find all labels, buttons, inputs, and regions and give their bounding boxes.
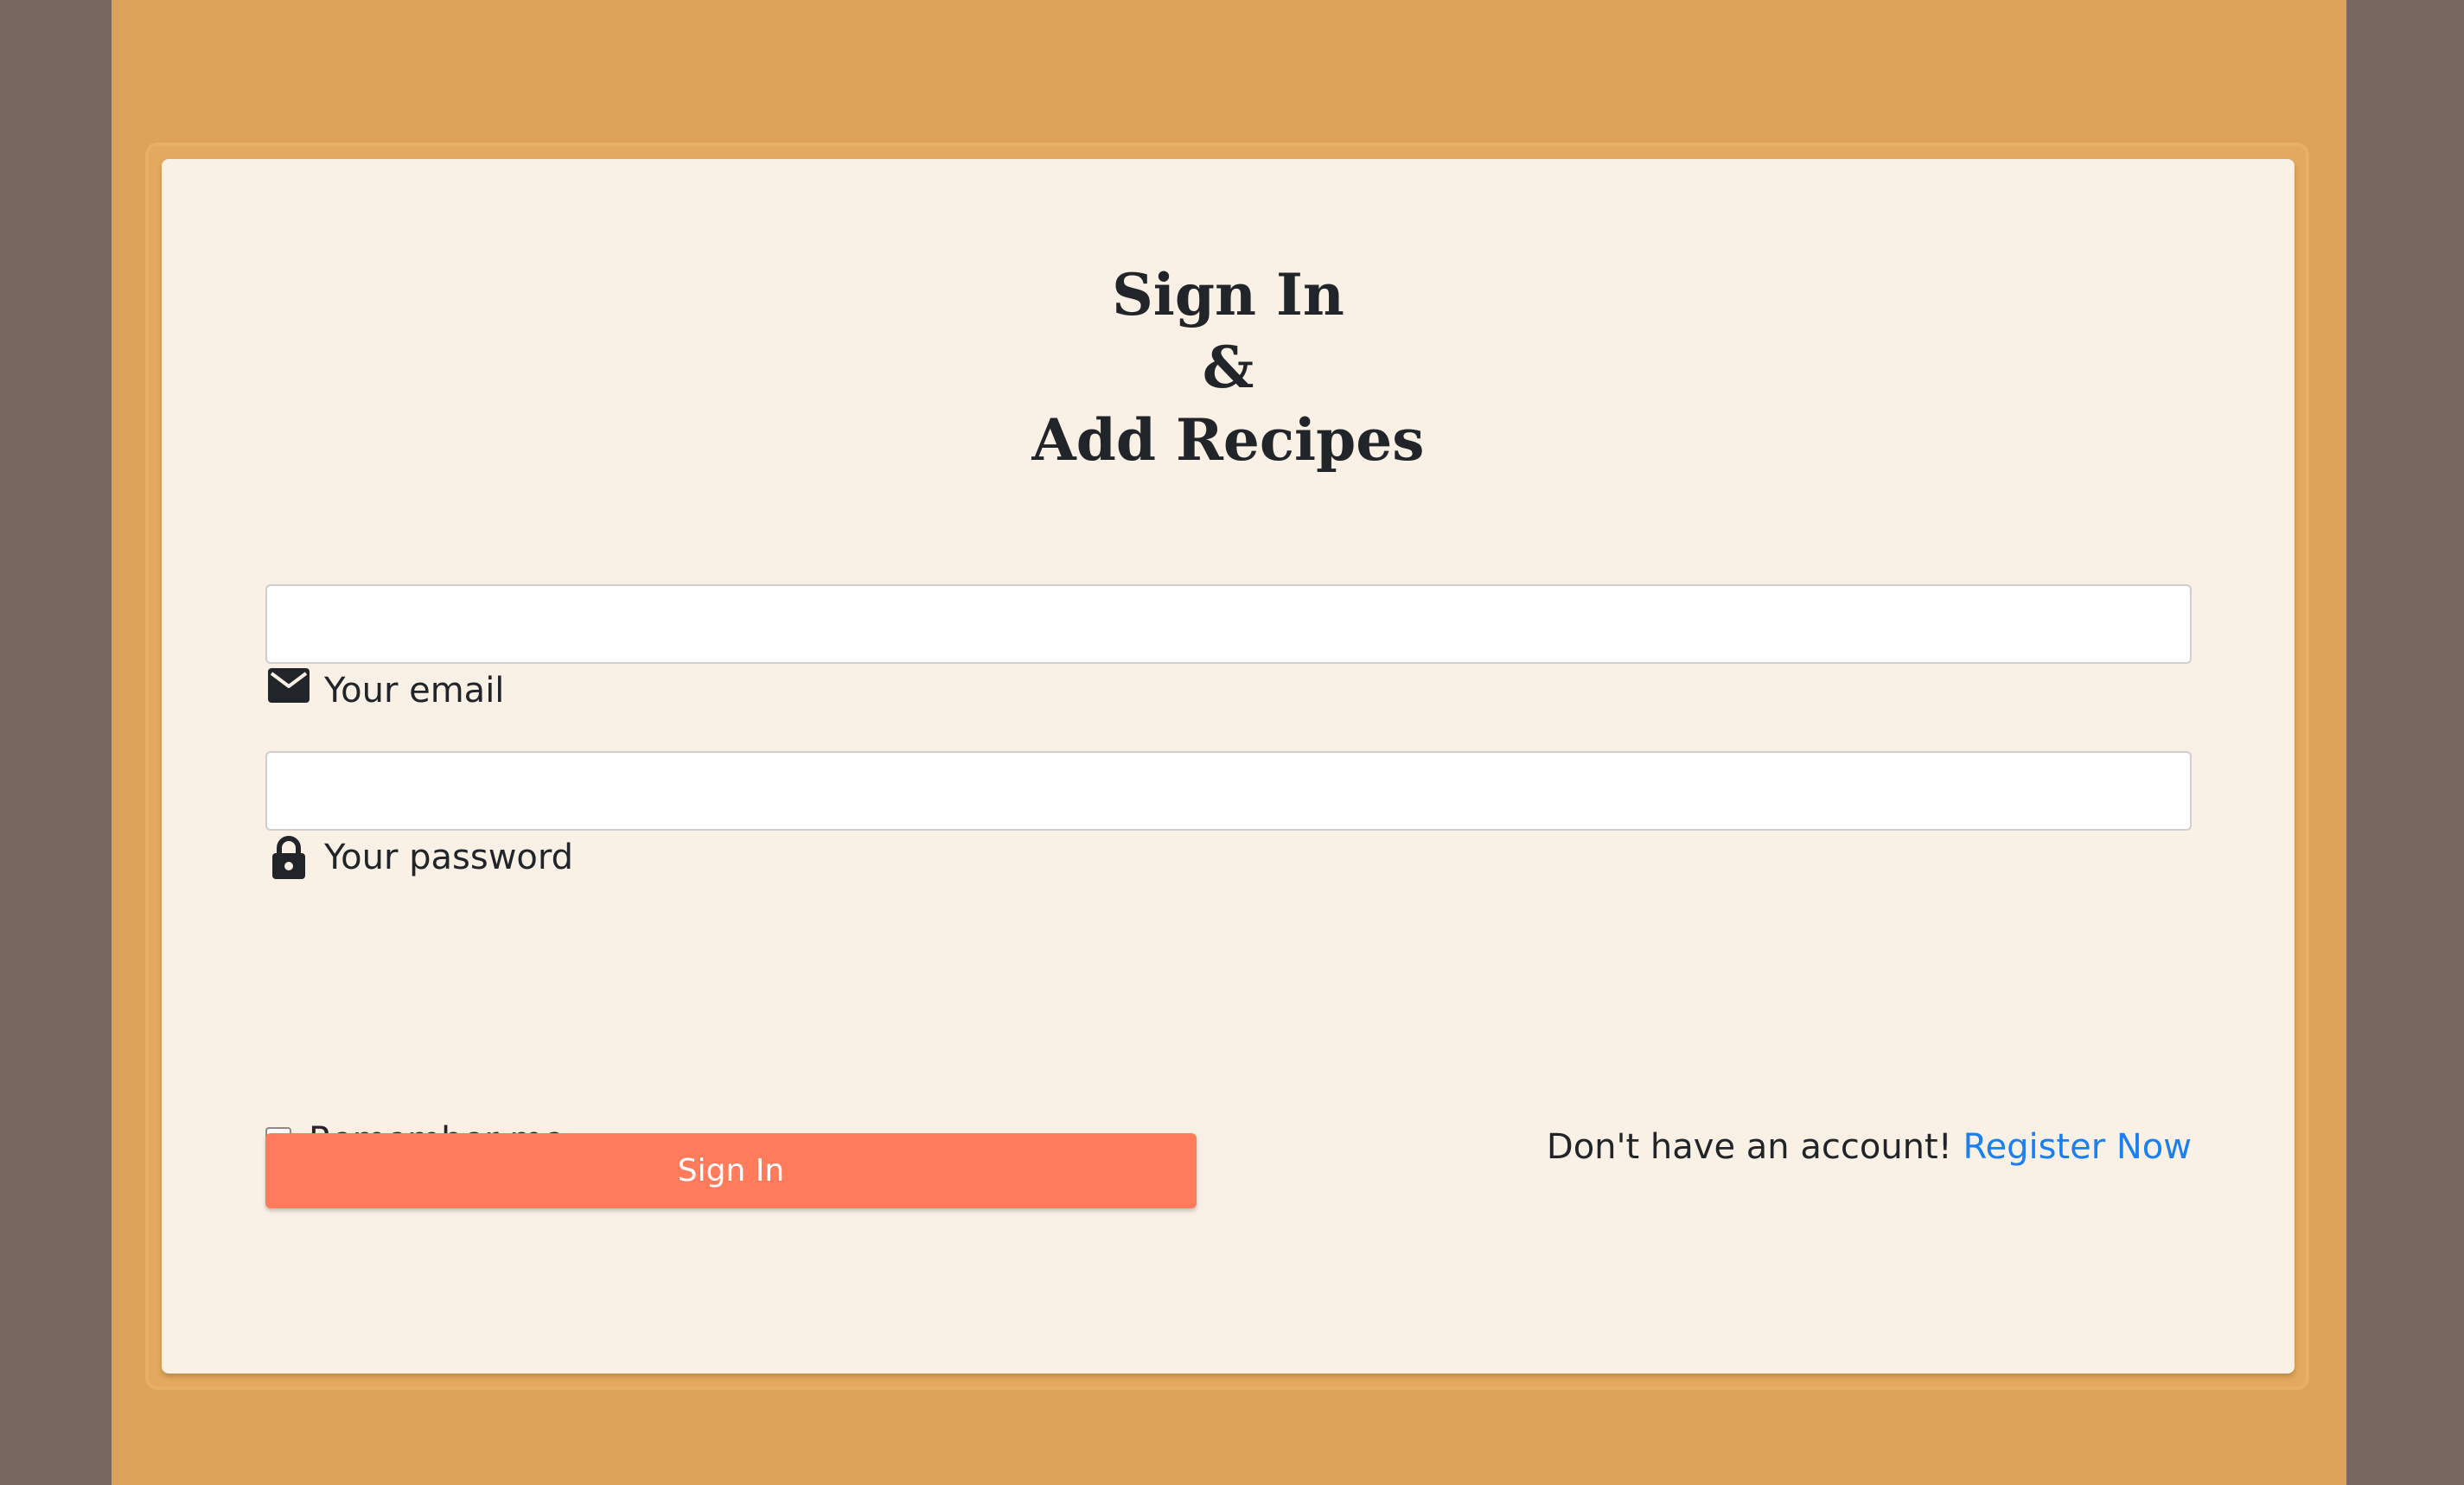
sign-in-button[interactable]: Sign In: [265, 1133, 1197, 1208]
register-now-link[interactable]: Register Now: [1963, 1127, 2192, 1167]
password-field[interactable]: [265, 751, 2192, 831]
title-line-add-recipes: Add Recipes: [1031, 406, 1425, 474]
title-line-ampersand: &: [1202, 334, 1254, 401]
password-label-text: Your password: [324, 838, 574, 877]
email-field[interactable]: [265, 584, 2192, 664]
signin-card: Sign In & Add Recipes Your email Your pa…: [162, 159, 2295, 1373]
page-title: Sign In & Add Recipes: [162, 258, 2295, 476]
title-line-sign-in: Sign In: [1112, 261, 1344, 328]
email-label: Your email: [265, 665, 504, 717]
register-prompt-text: Don't have an account!: [1546, 1127, 1952, 1167]
email-label-text: Your email: [324, 671, 505, 711]
page: Sign In & Add Recipes Your email Your pa…: [112, 0, 2346, 1485]
lock-icon: [265, 834, 312, 881]
password-label: Your password: [265, 832, 573, 883]
envelope-icon: [265, 667, 312, 714]
register-prompt: Don't have an account! Register Now: [1547, 1127, 2192, 1167]
